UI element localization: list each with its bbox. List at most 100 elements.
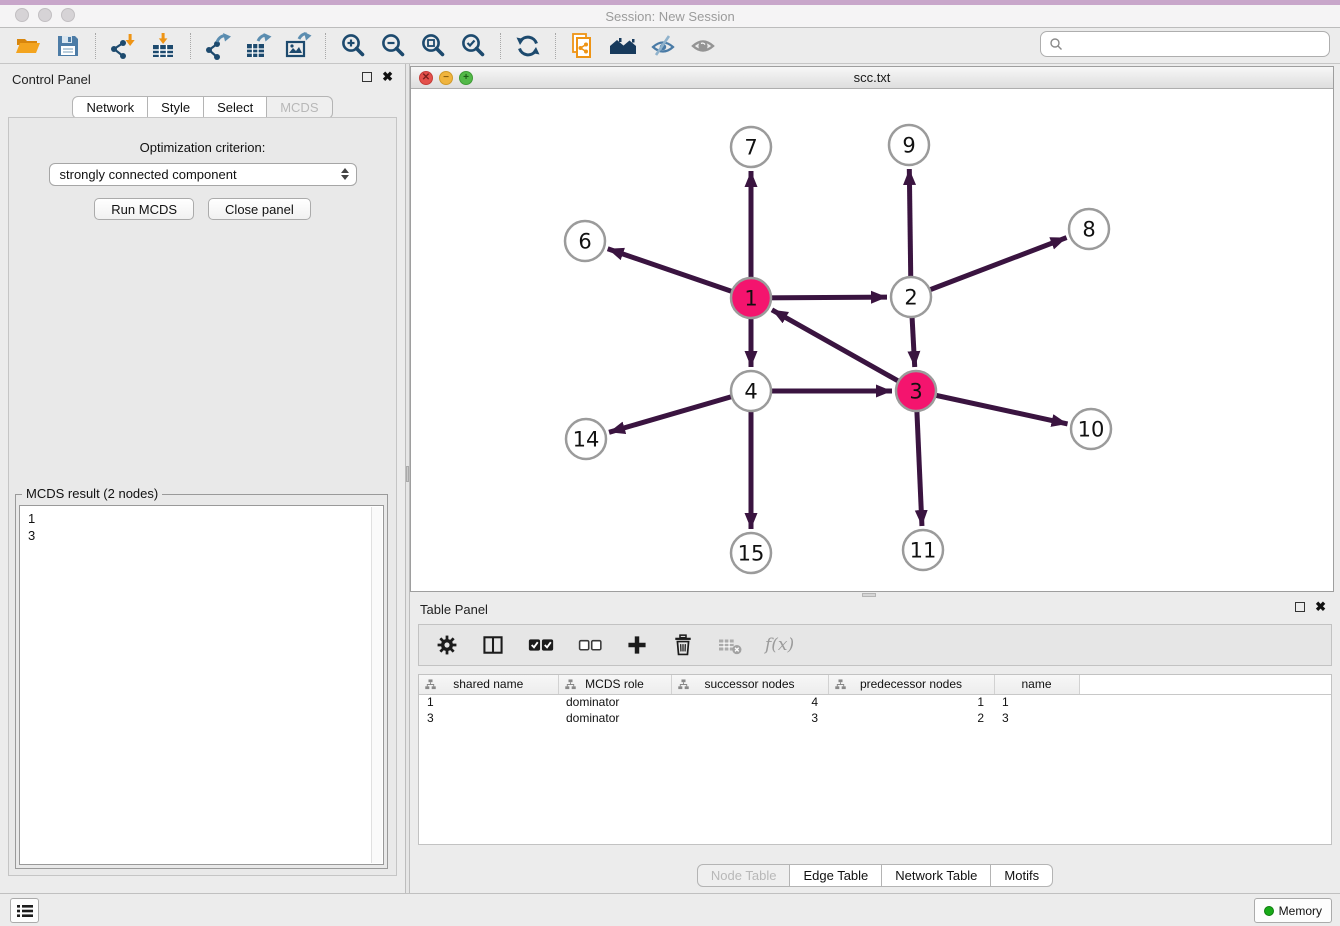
control-panel: Control Panel ✖ Network Style Select MCD… — [0, 64, 405, 893]
show-home-networks-icon[interactable] — [608, 31, 638, 61]
graph-node-label: 10 — [1078, 417, 1105, 441]
toggle-column-pane-icon[interactable] — [481, 631, 505, 659]
select-stepper-icon — [341, 168, 349, 180]
network-window-titlebar[interactable]: ✕ − + scc.txt — [411, 67, 1333, 89]
column-header-successor-nodes[interactable]: successor nodes — [671, 675, 828, 694]
main-toolbar — [0, 28, 1340, 64]
function-builder-icon-disabled[interactable]: f(x) — [765, 631, 794, 659]
toolbar-separator — [190, 33, 191, 59]
result-scrollbar[interactable] — [371, 507, 382, 863]
close-panel-button[interactable]: Close panel — [208, 198, 311, 220]
network-canvas[interactable]: 7968124314101511 — [411, 89, 1333, 591]
toolbar-separator — [95, 33, 96, 59]
tab-mcds[interactable]: MCDS — [267, 96, 332, 119]
graph-node-label: 1 — [744, 286, 757, 310]
graph-node-label: 14 — [573, 427, 600, 451]
network-window-title: scc.txt — [411, 70, 1333, 85]
criterion-select[interactable]: strongly connected component — [49, 163, 357, 186]
control-panel-tabs: Network Style Select MCDS — [0, 96, 405, 119]
tab-edge-table[interactable]: Edge Table — [790, 864, 882, 887]
export-network-icon[interactable] — [203, 31, 233, 61]
refresh-layout-icon[interactable] — [513, 31, 543, 61]
mcds-result-textarea[interactable]: 1 3 — [19, 505, 384, 865]
zoom-out-icon[interactable] — [378, 31, 408, 61]
graph-edge-3-1[interactable] — [772, 310, 916, 391]
control-panel-title: Control Panel — [12, 72, 91, 87]
save-session-icon[interactable] — [53, 31, 83, 61]
import-network-icon[interactable] — [108, 31, 138, 61]
column-header-predecessor-nodes[interactable]: predecessor nodes — [828, 675, 994, 694]
result-line: 3 — [28, 527, 375, 544]
memory-status-dot — [1264, 906, 1274, 916]
status-bar: Memory — [0, 893, 1340, 926]
show-hidden-eye-icon[interactable] — [688, 31, 718, 61]
column-header-filler — [1079, 675, 1331, 694]
graph-node-label: 11 — [910, 538, 937, 562]
tab-network-table[interactable]: Network Table — [882, 864, 991, 887]
mcds-panel: Optimization criterion: strongly connect… — [8, 117, 397, 876]
criterion-selected-value: strongly connected component — [60, 167, 237, 182]
zoom-fit-icon[interactable] — [418, 31, 448, 61]
graph-edge-3-10[interactable] — [916, 391, 1068, 424]
select-all-columns-icon[interactable] — [527, 631, 555, 659]
column-header-shared-name[interactable]: shared name — [419, 675, 558, 694]
toolbar-separator — [555, 33, 556, 59]
graph-edge-1-6[interactable] — [608, 249, 751, 298]
table-header-row: shared name MCDS role successor nodes pr… — [419, 675, 1331, 694]
open-session-icon[interactable] — [13, 31, 43, 61]
table-panel-tabs: Node Table Edge Table Network Table Moti… — [410, 864, 1340, 887]
tab-network[interactable]: Network — [72, 96, 148, 119]
table-settings-gear-icon[interactable] — [435, 631, 459, 659]
application-window: Session: New Session — [0, 0, 1340, 926]
graph-edge-2-8[interactable] — [911, 238, 1067, 297]
tab-motifs[interactable]: Motifs — [991, 864, 1053, 887]
splitter-grip[interactable] — [406, 466, 409, 482]
window-title: Session: New Session — [0, 9, 1340, 24]
splitter-grip[interactable] — [862, 593, 876, 597]
unselect-all-columns-icon[interactable] — [577, 631, 603, 659]
toolbar-separator — [325, 33, 326, 59]
memory-label: Memory — [1279, 904, 1322, 918]
graph-node-label: 3 — [909, 379, 922, 403]
column-header-mcds-role[interactable]: MCDS role — [558, 675, 671, 694]
import-table-icon[interactable] — [148, 31, 178, 61]
run-mcds-button[interactable]: Run MCDS — [94, 198, 194, 220]
zoom-selected-icon[interactable] — [458, 31, 488, 61]
mcds-result-groupbox: MCDS result (2 nodes) 1 3 — [15, 494, 388, 869]
table-panel-float-icon[interactable] — [1295, 602, 1305, 612]
column-header-name[interactable]: name — [994, 675, 1079, 694]
table-row[interactable]: 1 dominator 4 1 1 — [419, 694, 1331, 710]
toolbar-separator — [500, 33, 501, 59]
tab-node-table[interactable]: Node Table — [697, 864, 791, 887]
search-input[interactable] — [1040, 31, 1330, 57]
table-toolbar: f(x) — [418, 624, 1332, 666]
table-panel-close-icon[interactable]: ✖ — [1315, 602, 1326, 612]
network-view-window: ✕ − + scc.txt 7968124314101511 — [410, 66, 1334, 592]
delete-column-trash-icon[interactable] — [671, 631, 695, 659]
export-image-icon[interactable] — [283, 31, 313, 61]
optimization-criterion-label: Optimization criterion: — [9, 140, 396, 155]
node-table: shared name MCDS role successor nodes pr… — [418, 674, 1332, 845]
table-row[interactable]: 3 dominator 3 2 3 — [419, 710, 1331, 726]
export-table-icon[interactable] — [243, 31, 273, 61]
memory-button[interactable]: Memory — [1254, 898, 1332, 923]
create-column-plus-icon[interactable] — [625, 631, 649, 659]
graph-node-label: 9 — [902, 133, 915, 157]
tab-style[interactable]: Style — [148, 96, 204, 119]
hide-selected-eye-slash-icon[interactable] — [648, 31, 678, 61]
graph-node-label: 6 — [578, 229, 591, 253]
list-icon — [17, 904, 33, 918]
control-panel-float-icon[interactable] — [362, 72, 372, 82]
graph-node-label: 7 — [744, 135, 757, 159]
graph-node-label: 4 — [744, 379, 757, 403]
task-history-button[interactable] — [10, 898, 39, 923]
search-icon — [1049, 37, 1063, 51]
new-network-from-selection-icon[interactable] — [568, 31, 598, 61]
window-titlebar: Session: New Session — [0, 0, 1340, 28]
result-line: 1 — [28, 510, 375, 527]
delete-table-icon-disabled[interactable] — [717, 631, 743, 659]
zoom-in-icon[interactable] — [338, 31, 368, 61]
tab-select[interactable]: Select — [204, 96, 267, 119]
graph-edge-4-14[interactable] — [609, 391, 751, 432]
control-panel-close-icon[interactable]: ✖ — [382, 72, 393, 82]
